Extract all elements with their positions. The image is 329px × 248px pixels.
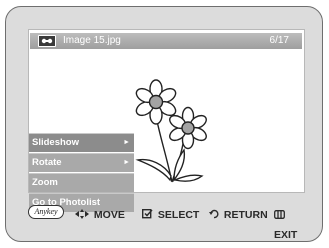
select-icon [141,208,156,221]
exit-label: EXIT [274,229,298,241]
move-arrows-icon [75,209,92,221]
select-label: SELECT [157,209,200,221]
menu-item-zoom[interactable]: Zoom [29,173,134,192]
menu-item-rotate[interactable]: Rotate ► [29,153,134,172]
menu-item-label: Zoom [32,177,58,188]
options-menu: Slideshow ► Rotate ► Zoom Go to Photolis… [29,133,134,213]
flower-image [135,79,207,183]
image-counter: 6/17 [269,35,289,46]
anykey-button-icon: Anykey [28,205,64,219]
return-icon [209,209,222,221]
return-label: RETURN [223,209,268,221]
menu-item-slideshow[interactable]: Slideshow ► [29,133,134,152]
title-bar: Image 15.jpg 6/17 [30,33,302,49]
photo-viewer-screen: Image 15.jpg 6/17 Slideshow ► Rotate ► Z… [28,29,305,212]
exit-icon [274,209,285,221]
move-hint: MOVE [75,205,125,225]
menu-item-label: Rotate [32,157,62,168]
select-hint: SELECT [141,205,200,225]
file-name: Image 15.jpg [63,35,121,46]
remote-nav-bar: Anykey MOVE SELECT RETURN EXIT [28,205,308,241]
submenu-arrow-icon: ► [123,159,130,166]
return-hint: RETURN [209,205,268,225]
move-label: MOVE [93,209,125,221]
photo-file-icon [38,35,56,47]
exit-hint: EXIT [274,205,308,241]
tv-frame: Image 15.jpg 6/17 Slideshow ► Rotate ► Z… [5,6,323,242]
menu-item-label: Slideshow [32,137,79,148]
submenu-arrow-icon: ► [123,139,130,146]
